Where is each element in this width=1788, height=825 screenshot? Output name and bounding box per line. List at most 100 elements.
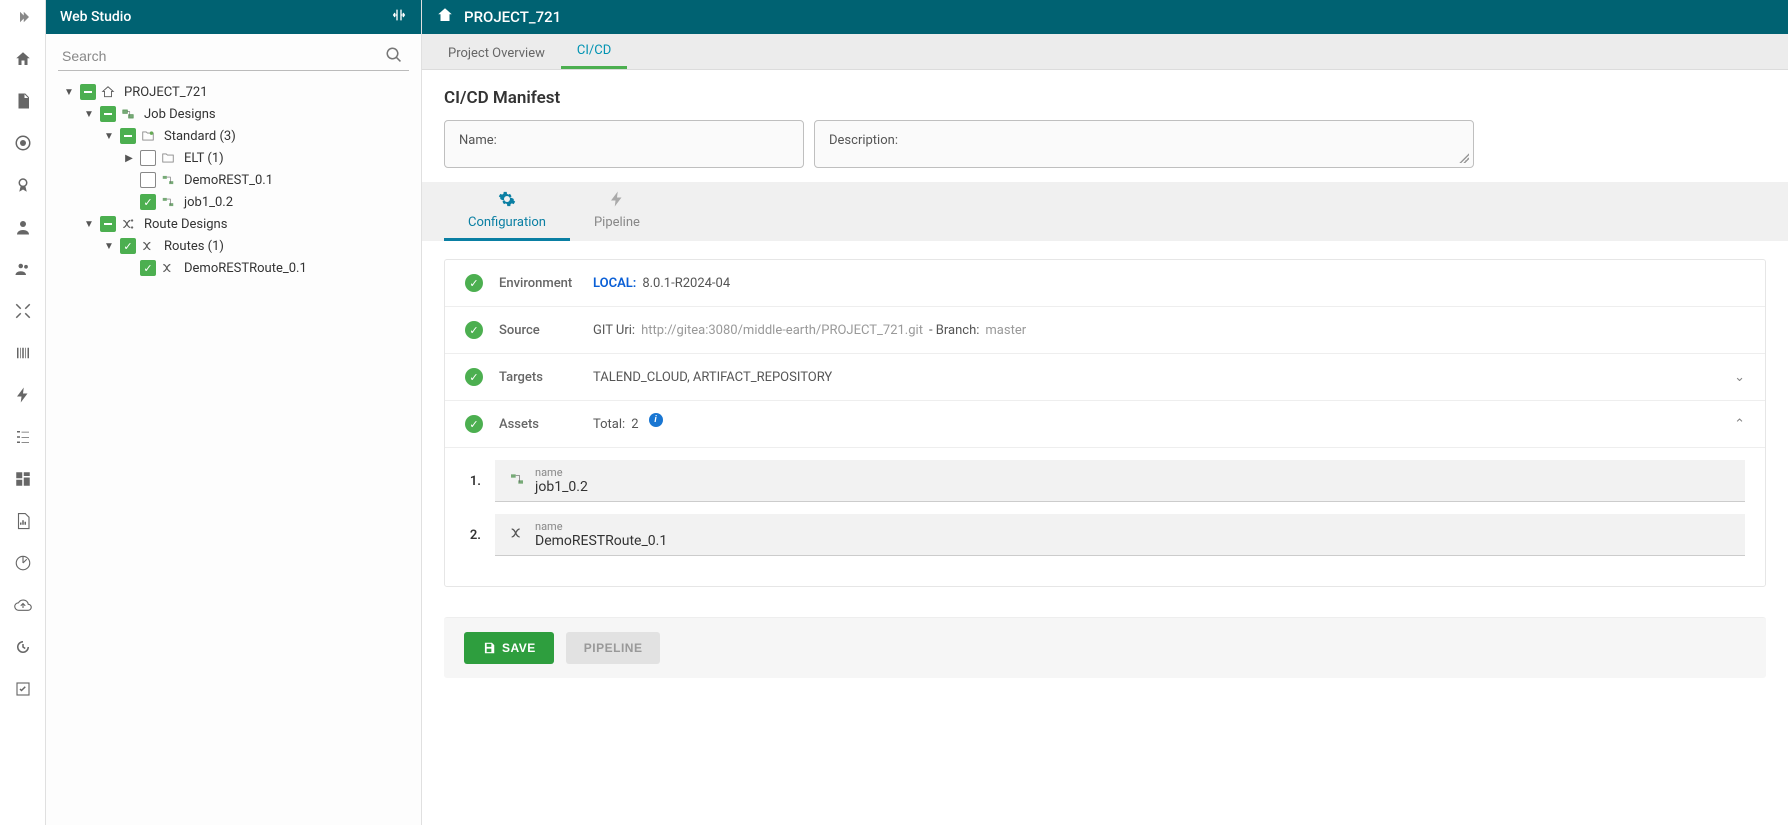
tree-node-project[interactable]: ▼ PROJECT_721	[50, 81, 417, 103]
checkbox[interactable]	[120, 238, 136, 254]
tree-node-demorest[interactable]: ▶ DemoREST_0.1	[50, 169, 417, 191]
pipeline-button: PIPELINE	[566, 632, 661, 664]
env-local: LOCAL:	[593, 276, 636, 291]
checkbox[interactable]	[120, 128, 136, 144]
tree-node-routes[interactable]: ▼ Routes (1)	[50, 235, 417, 257]
asset-card[interactable]: name DemoRESTRoute_0.1	[495, 514, 1745, 556]
git-uri: http://gitea:3080/middle-earth/PROJECT_7…	[641, 323, 923, 338]
subtab-configuration[interactable]: Configuration	[444, 182, 570, 241]
file-chart-icon[interactable]	[12, 510, 34, 532]
checkbox[interactable]	[100, 106, 116, 122]
folder-icon	[140, 128, 156, 144]
name-field[interactable]: Name:	[444, 120, 804, 168]
row-source: Source GIT Uri: http://gitea:3080/middle…	[445, 307, 1765, 354]
barcode-icon[interactable]	[12, 342, 34, 364]
bolt-icon	[594, 190, 640, 213]
tree-node-job-designs[interactable]: ▼ Job Designs	[50, 103, 417, 125]
side-panel: Web Studio ▼ PROJECT_721 ▼ Job Designs ▼	[46, 0, 422, 825]
total-value: 2	[631, 417, 638, 432]
tab-cicd[interactable]: CI/CD	[561, 35, 627, 69]
asset-number: 2.	[465, 528, 481, 543]
job-icon	[509, 471, 525, 491]
home-icon[interactable]	[12, 48, 34, 70]
asset-name-label: name	[535, 520, 667, 533]
route-icon	[509, 525, 525, 545]
tree-label: DemoRESTRoute_0.1	[180, 261, 307, 276]
caret-icon[interactable]: ▼	[102, 241, 116, 252]
caret-icon[interactable]: ▼	[62, 87, 76, 98]
job-icon	[160, 194, 176, 210]
route-icon	[140, 238, 156, 254]
pipeline-label: PIPELINE	[584, 641, 643, 655]
chevron-up-icon[interactable]: ⌃	[1734, 417, 1745, 432]
side-panel-title: Web Studio	[60, 9, 131, 25]
row-targets[interactable]: Targets TALEND_CLOUD, ARTIFACT_REPOSITOR…	[445, 354, 1765, 401]
users-icon[interactable]	[12, 258, 34, 280]
gear-icon	[468, 190, 546, 213]
target-icon[interactable]	[12, 132, 34, 154]
targets-label: Targets	[499, 370, 577, 385]
tree-label: Job Designs	[140, 107, 216, 122]
checkbox[interactable]	[140, 150, 156, 166]
project-title: PROJECT_721	[464, 8, 561, 26]
asset-name: DemoRESTRoute_0.1	[535, 533, 667, 549]
checkbox[interactable]	[140, 194, 156, 210]
radar-icon[interactable]	[12, 552, 34, 574]
env-label: Environment	[499, 276, 577, 291]
targets-value: TALEND_CLOUD, ARTIFACT_REPOSITORY	[593, 370, 832, 385]
icon-rail	[0, 0, 46, 825]
hierarchy-icon[interactable]	[12, 426, 34, 448]
subtab-label: Configuration	[468, 215, 546, 230]
user-icon[interactable]	[12, 216, 34, 238]
tree-node-demoroute[interactable]: ▶ DemoRESTRoute_0.1	[50, 257, 417, 279]
search-container	[46, 34, 421, 75]
asset-name: job1_0.2	[535, 479, 588, 495]
checkbox[interactable]	[100, 216, 116, 232]
checkbox[interactable]	[80, 84, 96, 100]
tree-node-standard[interactable]: ▼ Standard (3)	[50, 125, 417, 147]
checkbox[interactable]	[140, 172, 156, 188]
tree-node-job1[interactable]: ▶ job1_0.2	[50, 191, 417, 213]
cloud-upload-icon[interactable]	[12, 594, 34, 616]
tools-icon[interactable]	[12, 300, 34, 322]
tree-label: ELT (1)	[180, 151, 224, 166]
search-input[interactable]	[58, 42, 409, 71]
bolt-icon[interactable]	[12, 384, 34, 406]
main-header: PROJECT_721	[422, 0, 1788, 34]
info-icon[interactable]: i	[649, 413, 663, 427]
caret-icon[interactable]: ▼	[82, 109, 96, 120]
tree-node-route-designs[interactable]: ▼ Route Designs	[50, 213, 417, 235]
side-panel-header: Web Studio	[46, 0, 421, 34]
checklist-icon[interactable]	[12, 678, 34, 700]
collapse-panel-icon[interactable]	[391, 7, 407, 27]
document-icon[interactable]	[12, 90, 34, 112]
row-assets[interactable]: Assets Total: 2 i ⌃	[445, 401, 1765, 448]
tab-overview[interactable]: Project Overview	[432, 38, 561, 69]
home-icon	[436, 6, 454, 28]
subtab-pipeline[interactable]: Pipeline	[570, 182, 664, 241]
route-icon	[160, 260, 176, 276]
save-button[interactable]: SAVE	[464, 632, 554, 664]
project-tree: ▼ PROJECT_721 ▼ Job Designs ▼ Standard (…	[46, 75, 421, 285]
content: CI/CD Manifest Name: Description: Config…	[422, 70, 1788, 825]
description-field[interactable]: Description:	[814, 120, 1474, 168]
caret-icon[interactable]: ▼	[102, 131, 116, 142]
save-label: SAVE	[502, 641, 536, 655]
expand-rail-icon[interactable]	[12, 6, 34, 28]
tree-node-elt[interactable]: ▶ ELT (1)	[50, 147, 417, 169]
chevron-down-icon[interactable]: ⌄	[1734, 370, 1745, 385]
dashboard-icon[interactable]	[12, 468, 34, 490]
branch-value: master	[985, 323, 1026, 338]
caret-icon[interactable]: ▶	[122, 153, 136, 164]
tree-label: PROJECT_721	[120, 85, 208, 100]
caret-icon[interactable]: ▼	[82, 219, 96, 230]
asset-card[interactable]: name job1_0.2	[495, 460, 1745, 502]
check-icon	[465, 415, 483, 433]
job-icon	[160, 172, 176, 188]
history-icon[interactable]	[12, 636, 34, 658]
manifest-fields: Name: Description:	[444, 120, 1766, 168]
env-version: 8.0.1-R2024-04	[642, 276, 730, 291]
tree-label: DemoREST_0.1	[180, 173, 273, 188]
award-icon[interactable]	[12, 174, 34, 196]
checkbox[interactable]	[140, 260, 156, 276]
